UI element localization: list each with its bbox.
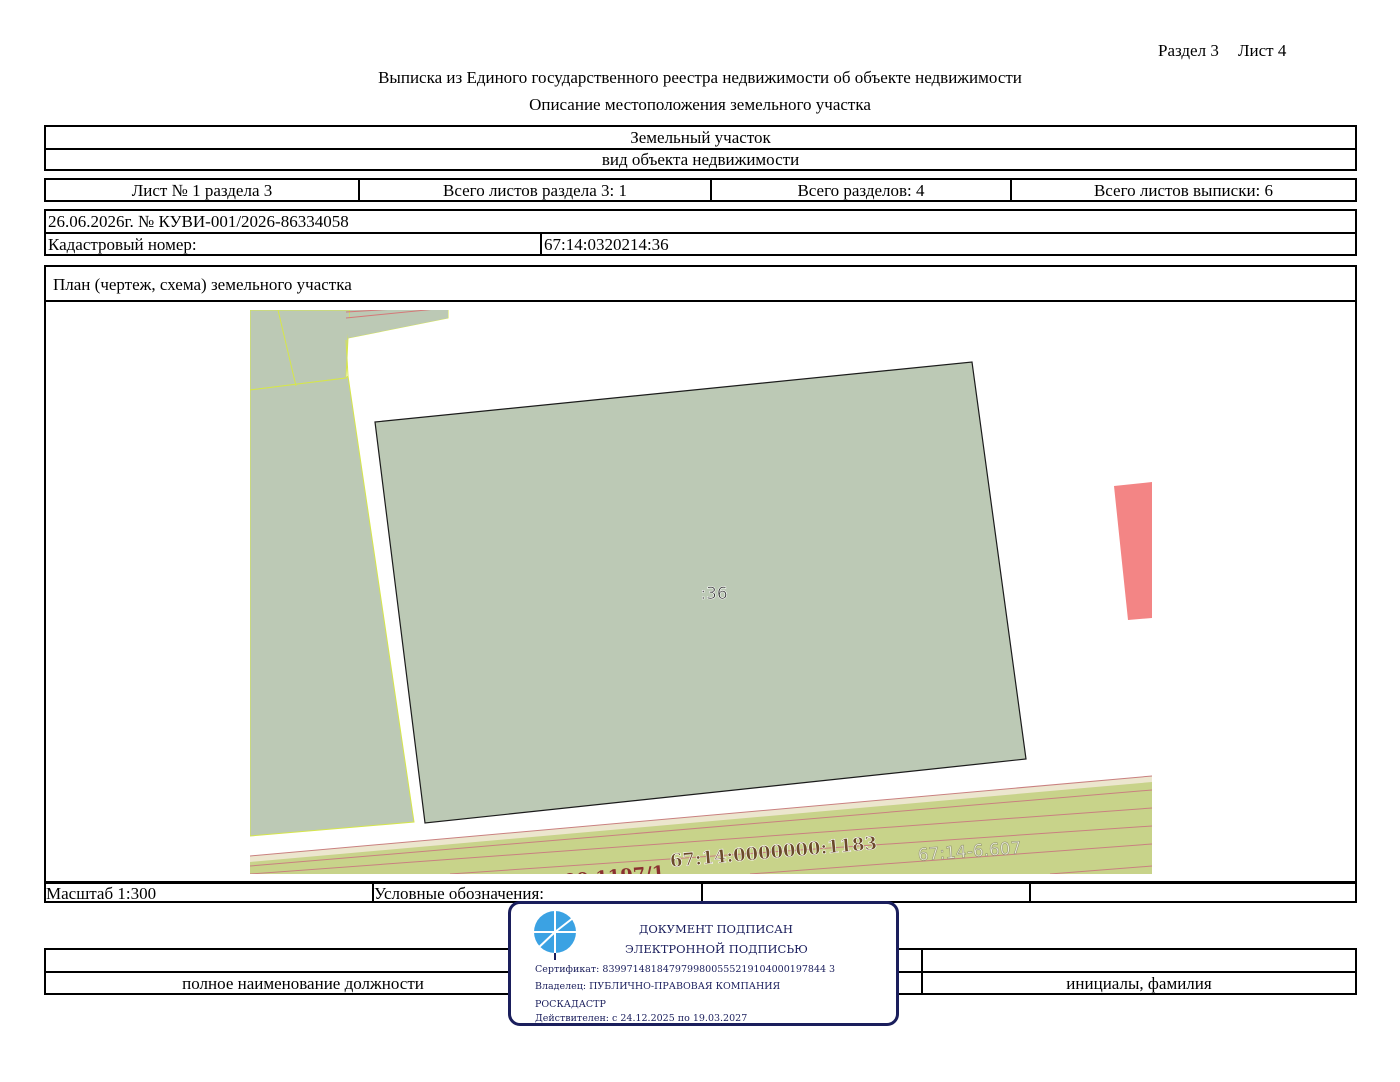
stamp-line2: ЭЛЕКТРОННОЙ ПОДПИСЬЮ	[625, 942, 808, 956]
stamp-line1: ДОКУМЕНТ ПОДПИСАН	[639, 922, 793, 936]
date-number: 26.06.2026г. № КУВИ-001/2026-86334058	[48, 212, 349, 231]
object-type-caption: вид объекта недвижимости	[46, 148, 1355, 169]
sheet-info-row: Лист № 1 раздела 3 Всего листов раздела …	[44, 178, 1357, 202]
document-info-block: 26.06.2026г. № КУВИ-001/2026-86334058 Ка…	[44, 209, 1357, 256]
total-sections: Всего разделов: 4	[710, 180, 1010, 200]
legend-cell-2	[1029, 884, 1355, 901]
document-title: Выписка из Единого государственного реес…	[378, 68, 1022, 87]
name-caption: инициалы, фамилия	[921, 973, 1355, 995]
parcel-label: :36	[700, 584, 727, 604]
object-type-block: Земельный участок вид объекта недвижимос…	[44, 125, 1357, 171]
section-number: Раздел 3	[1158, 41, 1219, 60]
name-value	[921, 950, 1355, 971]
cadastral-number: 67:14:0320214:36	[540, 234, 1355, 256]
map-scale: Масштаб 1:300	[46, 884, 157, 901]
total-sheets-section: Всего листов раздела 3: 1	[358, 180, 710, 200]
legend-cell-1	[701, 884, 1029, 901]
sheet-number: Лист 4	[1238, 41, 1287, 60]
stamp-owner2: РОСКАДАСТР	[535, 999, 606, 1010]
roskadastr-logo-icon	[534, 911, 576, 960]
scale-legend-row: Масштаб 1:300 Условные обозначения:	[44, 882, 1357, 903]
e-signature-stamp: ДОКУМЕНТ ПОДПИСАН ЭЛЕКТРОННОЙ ПОДПИСЬЮ С…	[508, 901, 899, 1026]
stamp-valid: Действителен: с 24.12.2025 по 19.03.2027	[535, 1013, 748, 1024]
position-caption: полное наименование должности	[182, 974, 424, 993]
total-sheets-extract: Всего листов выписки: 6	[1010, 180, 1355, 200]
stamp-certificate: Сертификат: 8399714818479799800555219104…	[535, 964, 836, 975]
plan-title: План (чертеж, схема) земельного участка	[46, 267, 1355, 302]
document-subtitle: Описание местоположения земельного участ…	[529, 95, 871, 114]
parcel-map: :36 67:14:0000000:1183 67:14-6.607 67:14…	[250, 310, 1152, 874]
legend-label: Условные обозначения:	[372, 884, 701, 901]
restricted-zone	[1114, 482, 1152, 620]
object-type-value: Земельный участок	[630, 128, 771, 147]
sheet-no: Лист № 1 раздела 3	[131, 181, 273, 200]
stamp-owner: Владелец: ПУБЛИЧНО-ПРАВОВАЯ КОМПАНИЯ	[535, 981, 781, 992]
cadastral-label: Кадастровый номер:	[48, 235, 197, 254]
neighbor-parcel-top-left	[250, 310, 351, 391]
